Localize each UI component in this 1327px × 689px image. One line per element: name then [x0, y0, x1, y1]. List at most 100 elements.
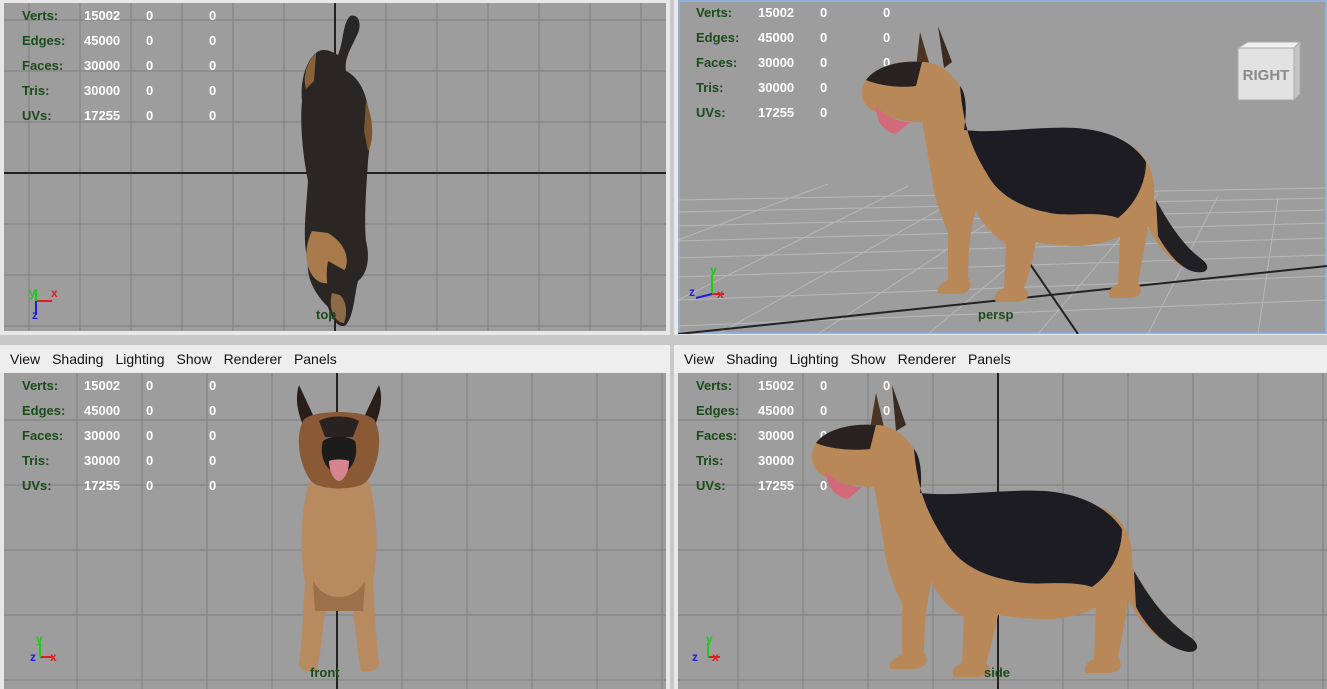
hud-label: UVs:	[696, 105, 726, 120]
hud-label: Tris:	[696, 80, 724, 95]
menu-show[interactable]: Show	[177, 351, 212, 367]
hud-label: UVs:	[22, 478, 52, 493]
hud-value: 30000	[84, 83, 121, 98]
hud-label: UVs:	[22, 108, 52, 123]
viewport-persp[interactable]: Verts: 15002 0 0 Edges: 45000 0 0 Faces: 30000 0 0 T…	[678, 0, 1327, 334]
hud-label: Tris:	[22, 453, 50, 468]
hud-label: Tris:	[22, 83, 50, 98]
axis-x-label: x	[712, 650, 719, 664]
axis-gizmo: y x z	[30, 635, 57, 664]
camera-label-side: side	[984, 665, 1011, 680]
hud-value: 0	[146, 58, 154, 73]
menu-renderer[interactable]: Renderer	[224, 351, 282, 367]
axis-z-label: z	[689, 285, 695, 299]
hud-value: 30000	[84, 453, 121, 468]
hud-row: Verts: 15002 0 0	[22, 373, 249, 398]
menu-view[interactable]: View	[10, 351, 40, 367]
axis-gizmo: y x z	[692, 635, 720, 664]
hud-value: 0	[209, 83, 217, 98]
axis-y-label: y	[29, 286, 36, 300]
hud-row: Tris: 30000 0 0	[22, 78, 249, 103]
hud-value: 0	[209, 108, 217, 123]
panel-menubar: View Shading Lighting Show Renderer Panels	[674, 345, 1327, 373]
menu-lighting[interactable]: Lighting	[789, 351, 838, 367]
hud-value: 0	[146, 403, 154, 418]
hud-value: 15002	[84, 8, 121, 23]
hud-label: Faces:	[22, 428, 64, 443]
menu-show[interactable]: Show	[851, 351, 886, 367]
hud-row: Faces: 30000 0 0	[22, 53, 249, 78]
hud-value: 0	[209, 58, 217, 73]
menu-view[interactable]: View	[684, 351, 714, 367]
hud-value: 0	[209, 33, 217, 48]
hud-value: 0	[146, 428, 154, 443]
poly-count-hud: Verts: 15002 0 0 Edges: 45000 0 0 Faces: 30000 0 0 T…	[22, 3, 249, 128]
menu-shading[interactable]: Shading	[52, 351, 103, 367]
hud-value: 30000	[758, 80, 795, 95]
hud-value: 45000	[84, 33, 121, 48]
hud-label: Edges:	[22, 33, 66, 48]
menu-renderer[interactable]: Renderer	[898, 351, 956, 367]
axis-z-label: z	[32, 308, 38, 322]
viewcube[interactable]: RIGHT	[1230, 38, 1306, 110]
hud-label: Faces:	[696, 55, 738, 70]
viewport-side[interactable]: Verts:1500200Edges:4500000Faces:3000000T…	[678, 373, 1327, 689]
dog-model-front	[296, 385, 382, 672]
hud-label: Verts:	[22, 8, 59, 23]
menu-lighting[interactable]: Lighting	[115, 351, 164, 367]
hud-value: 30000	[84, 58, 121, 73]
dog-model-top	[301, 15, 373, 327]
hud-value: 0	[146, 478, 154, 493]
axis-x-label: x	[50, 650, 57, 664]
axis-x-label: x	[51, 286, 58, 300]
camera-label-persp: persp	[978, 307, 1014, 322]
axis-gizmo: y x z	[689, 263, 724, 301]
viewport-front[interactable]: Verts: 15002 0 0 Edges: 45000 0 0 Faces: 30000 0 0 T…	[4, 373, 666, 689]
hud-value: 0	[209, 478, 217, 493]
hud-value: 0	[209, 428, 217, 443]
hud-value: 0	[209, 378, 217, 393]
axis-y-label: y	[710, 263, 717, 277]
panel-side: View Shading Lighting Show Renderer Panels Ve…	[674, 345, 1327, 689]
viewport-top[interactable]: Verts: 15002 0 0 Edges: 45000 0 0 Faces: 30000 0 0 T…	[4, 3, 666, 331]
hud-label: Edges:	[696, 30, 740, 45]
axis-gizmo: y x z	[29, 286, 58, 322]
dog-model-side	[811, 385, 1198, 677]
hud-label: Edges:	[22, 403, 66, 418]
hud-label: Verts:	[696, 378, 733, 393]
axis-z-label: z	[30, 650, 36, 664]
poly-count-hud: Verts: 15002 0 0 Edges: 45000 0 0 Faces: 30000 0 0 T…	[22, 373, 249, 498]
hud-label: Verts:	[22, 378, 59, 393]
axis-y-label: y	[36, 635, 43, 646]
hud-value: 0	[209, 8, 217, 23]
menu-shading[interactable]: Shading	[726, 351, 777, 367]
hud-row: Edges: 45000 0 0	[22, 28, 249, 53]
hud-value: 17255	[84, 478, 121, 493]
hud-value: 0	[146, 108, 154, 123]
hud-value: 0	[209, 403, 217, 418]
hud-value: 0	[146, 378, 154, 393]
hud-label: Faces:	[22, 58, 64, 73]
viewcube-face-label: RIGHT	[1243, 67, 1290, 84]
panel-persp: Verts: 15002 0 0 Edges: 45000 0 0 Faces: 30000 0 0 T…	[674, 0, 1327, 335]
hud-row: Tris: 30000 0 0	[22, 448, 249, 473]
menu-panels[interactable]: Panels	[294, 351, 337, 367]
hud-label: Faces:	[696, 428, 738, 443]
hud-value: 45000	[84, 403, 121, 418]
panel-top: Verts: 15002 0 0 Edges: 45000 0 0 Faces: 30000 0 0 T…	[0, 0, 670, 335]
hud-value: 15002	[84, 378, 121, 393]
menu-panels[interactable]: Panels	[968, 351, 1011, 367]
hud-label: Edges:	[696, 403, 740, 418]
panel-front: View Shading Lighting Show Renderer Panels Ve…	[0, 345, 670, 689]
axis-x-label: x	[717, 287, 724, 301]
camera-label-front: front	[310, 665, 340, 680]
hud-value: 0	[209, 453, 217, 468]
axis-z-label: z	[692, 650, 698, 664]
hud-row: Verts: 15002 0 0	[22, 3, 249, 28]
hud-row: Faces: 30000 0 0	[22, 423, 249, 448]
hud-value: 0	[146, 33, 154, 48]
hud-value: 17255	[758, 105, 795, 120]
panel-menubar: View Shading Lighting Show Renderer Panels	[0, 345, 670, 373]
hud-label: Verts:	[696, 5, 733, 20]
hud-row: Edges: 45000 0 0	[22, 398, 249, 423]
